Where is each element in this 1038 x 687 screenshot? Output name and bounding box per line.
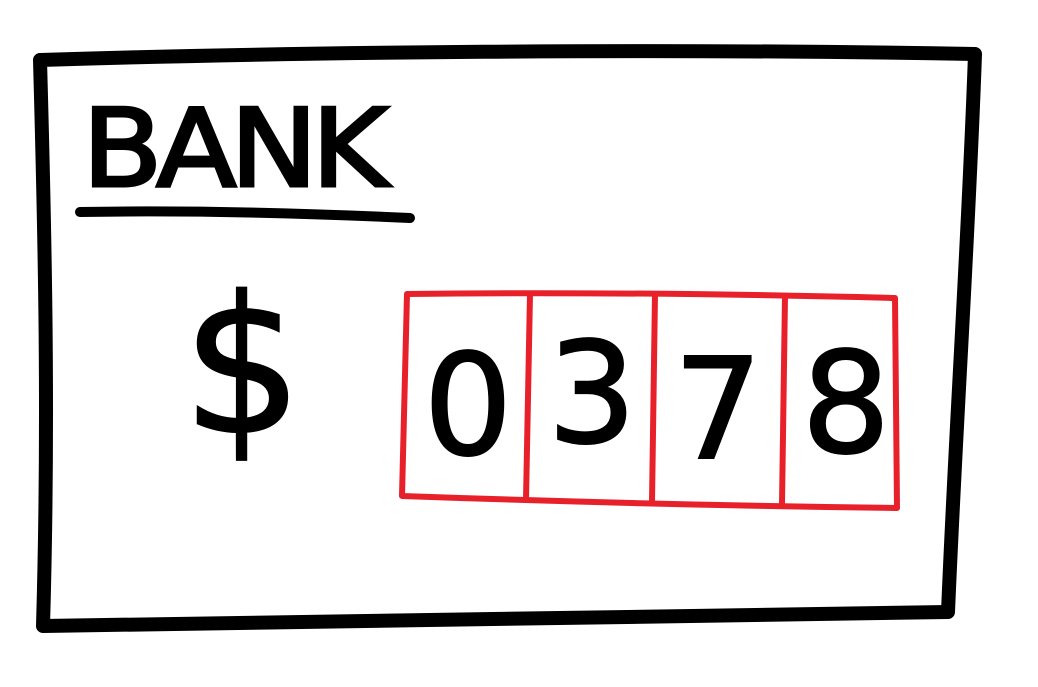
currency-symbol: $	[182, 256, 303, 477]
digit-divider-1	[523, 291, 533, 503]
balance-digit-2: 3	[547, 313, 636, 476]
balance-digit-1: 0	[423, 325, 512, 488]
balance-counter: 0 3 7 8	[399, 290, 900, 511]
digit-divider-2	[649, 291, 658, 505]
digit-divider-3	[779, 293, 788, 507]
bank-title: BANK	[82, 87, 392, 212]
balance-digit-4: 8	[801, 323, 890, 486]
bank-card-sketch: BANK $ 0 3 7 8	[33, 44, 982, 633]
balance-digit-3: 7	[673, 329, 762, 492]
title-underline	[75, 206, 415, 223]
